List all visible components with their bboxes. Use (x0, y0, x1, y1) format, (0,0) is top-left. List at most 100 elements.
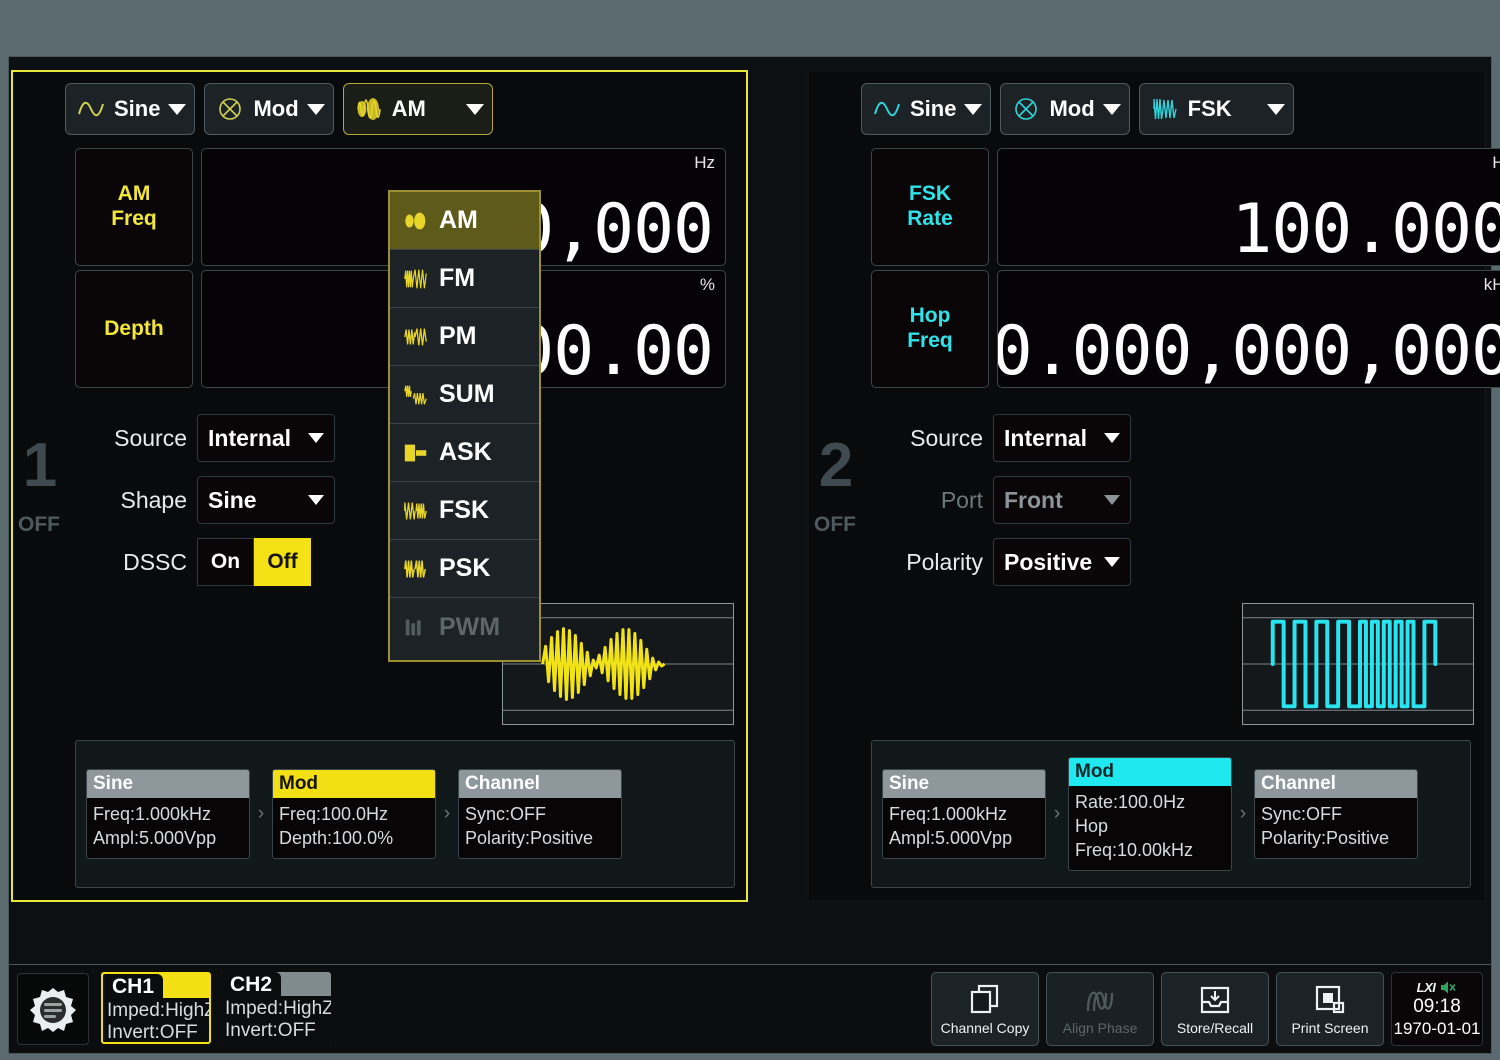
menu-item-am[interactable]: AM (390, 192, 539, 250)
ch1-modulation-dropdown[interactable]: AM (342, 83, 493, 135)
ch1-summary-card-sine[interactable]: Sine Freq:1.000kHz Ampl:5.000Vpp (86, 769, 250, 859)
copy-icon (970, 984, 999, 1013)
align-phase-label: Align Phase (1062, 1019, 1138, 1036)
channel-tab-ch2-line1: Imped:HighZ (225, 998, 331, 1019)
ch2-modulation-dropdown[interactable]: FSK (1138, 83, 1294, 135)
ch2-hop-freq-key[interactable]: Hop Freq (871, 270, 989, 388)
store-recall-button[interactable]: Store/Recall (1161, 972, 1269, 1046)
ch2-summary-channel-header: Channel (1255, 770, 1417, 799)
chevron-down-icon (168, 103, 187, 115)
toolbar-actions: Channel Copy Align Phase Store/Recall Pr… (931, 972, 1483, 1046)
channel-2-output-state: OFF (814, 513, 856, 536)
channel-1-indicator: 1 OFF (13, 72, 65, 900)
am-wave-icon (356, 98, 381, 120)
ch1-summary-mod-line2: Depth:100.0% (279, 828, 394, 848)
status-icons-row: LXI (1417, 979, 1458, 995)
ch2-summary-mod-header: Mod (1069, 758, 1231, 787)
ch1-depth-unit: % (699, 275, 715, 294)
menu-item-sum[interactable]: SUM (390, 366, 539, 424)
ch1-summary-channel-line1: Sync:OFF (465, 804, 547, 825)
ch2-fsk-rate-key-line2: Rate (907, 207, 953, 230)
ch2-waveform-dropdown[interactable]: Sine (861, 83, 992, 135)
modulation-type-menu[interactable]: AM FM PM SUM ASK FSK PSK PWM (388, 190, 541, 662)
speaker-mute-icon[interactable] (1440, 980, 1457, 995)
channel-copy-button[interactable]: Channel Copy (931, 972, 1039, 1046)
ch2-fsk-rate-value: 100.000 (1231, 190, 1500, 266)
print-screen-button[interactable]: Print Screen (1276, 972, 1384, 1046)
channel-tab-ch2[interactable]: CH2 Imped:HighZ Invert:OFF (221, 972, 331, 1044)
channel-2-mode-bar: Sine Mod FSK (861, 83, 1294, 135)
ch1-am-freq-key[interactable]: AM Freq (75, 148, 193, 266)
channel-tab-group: CH1 Imped:HighZ Invert:OFF CH2 Imped:Hig… (101, 972, 331, 1044)
channel-2-body: Sine Mod FSK FSK Rate 100.000 Hop Freq k… (861, 72, 1500, 900)
bottom-toolbar: CH1 Imped:HighZ Invert:OFF CH2 Imped:Hig… (8, 964, 1492, 1054)
chevron-down-icon (1104, 495, 1120, 505)
menu-item-ask[interactable]: ASK (390, 424, 539, 482)
ch1-waveform-dropdown[interactable]: Sine (65, 83, 196, 135)
lxi-logo: LXI (1416, 979, 1436, 995)
ch2-summary-channel-line2: Polarity:Positive (1261, 828, 1390, 848)
ch2-port-select: Front (993, 476, 1131, 524)
align-phase-button: Align Phase (1046, 972, 1154, 1046)
chevron-down-icon (1102, 103, 1121, 115)
ch2-summary-sine-line2: Ampl:5.000Vpp (889, 828, 1013, 848)
ch1-source-label: Source (114, 424, 187, 451)
ch1-summary-mod-header: Mod (273, 770, 435, 799)
channel-tab-ch1-line1: Imped:HighZ (107, 1000, 211, 1021)
ch2-summary-strip: Sine Freq:1.000kHz Ampl:5.000Vpp › Mod R… (871, 740, 1471, 888)
ch1-summary-sine-body: Freq:1.000kHz Ampl:5.000Vpp (87, 798, 249, 858)
ch2-summary-card-sine[interactable]: Sine Freq:1.000kHz Ampl:5.000Vpp (882, 769, 1046, 859)
ch1-am-freq-key-line2: Freq (111, 207, 157, 230)
ch1-dssc-label: DSSC (123, 548, 187, 575)
psk-wave-icon (404, 559, 427, 578)
ch2-fsk-rate-key[interactable]: FSK Rate (871, 148, 989, 266)
ch2-source-select[interactable]: Internal (993, 414, 1131, 462)
channel-tab-ch1[interactable]: CH1 Imped:HighZ Invert:OFF (101, 972, 211, 1044)
ch2-polarity-select[interactable]: Positive (993, 538, 1131, 586)
ch2-source-value: Internal (1004, 424, 1088, 451)
ch2-hop-freq-field[interactable]: kHz 10.000,000,000 (997, 270, 1500, 388)
menu-item-psk[interactable]: PSK (390, 540, 539, 598)
ch2-summary-channel-line1: Sync:OFF (1261, 804, 1343, 825)
menu-item-pm[interactable]: PM (390, 308, 539, 366)
ch2-summary-sine-body: Freq:1.000kHz Ampl:5.000Vpp (883, 798, 1045, 858)
menu-item-pwm-label: PWM (439, 612, 501, 641)
ch1-dssc-off-option[interactable]: Off (254, 538, 311, 586)
ch1-depth-key[interactable]: Depth (75, 270, 193, 388)
chevron-down-icon (308, 433, 324, 443)
channel-tab-ch2-line2: Invert:OFF (225, 1020, 316, 1042)
chevron-down-icon (1104, 433, 1120, 443)
ch1-source-select[interactable]: Internal (197, 414, 335, 462)
fm-wave-icon (404, 269, 427, 288)
chevron-right-icon: › (443, 803, 451, 824)
print-screen-label: Print Screen (1291, 1019, 1369, 1036)
ch2-polarity-label: Polarity (906, 548, 983, 575)
channel-2-panel[interactable]: 2 OFF Sine Mod FSK FSK Rate 100.000 Hop … (807, 70, 1500, 902)
ch2-summary-sine-line1: Freq:1.000kHz (889, 804, 1008, 825)
ch2-polarity-row: Polarity Positive (871, 538, 1131, 586)
menu-item-ask-label: ASK (439, 438, 492, 466)
ch1-summary-card-mod[interactable]: Mod Freq:100.0Hz Depth:100.0% (272, 769, 436, 859)
ch2-summary-card-channel[interactable]: Channel Sync:OFF Polarity:Positive (1254, 769, 1418, 859)
menu-item-fm[interactable]: FM (390, 250, 539, 308)
sum-wave-icon (404, 385, 427, 405)
ch1-summary-sine-line1: Freq:1.000kHz (93, 804, 212, 825)
am-wave-icon (405, 212, 426, 229)
ch2-fsk-rate-field[interactable]: Hz 100.000 (997, 148, 1500, 266)
ch2-hop-freq-unit: kHz (1483, 275, 1500, 294)
ch1-summary-card-channel[interactable]: Channel Sync:OFF Polarity:Positive (458, 769, 622, 859)
channel-1-panel[interactable]: 1 OFF Sine Mod AM AM Freq Hz 000,000 Dep… (11, 70, 748, 902)
ch2-function-dropdown[interactable]: Mod (1000, 83, 1130, 135)
ch1-function-dropdown[interactable]: Mod (204, 83, 334, 135)
ch2-summary-card-mod[interactable]: Mod Rate:100.0Hz Hop Freq:10.00kHz (1068, 757, 1232, 871)
ch1-shape-select[interactable]: Sine (197, 476, 335, 524)
channel-1-number: 1 (22, 431, 58, 500)
ch1-dssc-on-option[interactable]: On (197, 538, 254, 586)
ch1-dssc-toggle[interactable]: On Off (197, 538, 311, 586)
ch1-am-freq-unit: Hz (694, 153, 715, 172)
menu-item-fsk-label: FSK (439, 496, 489, 524)
menu-item-fsk[interactable]: FSK (390, 482, 539, 540)
ch1-summary-mod-line1: Freq:100.0Hz (279, 804, 389, 825)
ch2-hop-freq-key-line2: Freq (907, 329, 953, 352)
utility-gear-button[interactable] (17, 973, 89, 1045)
